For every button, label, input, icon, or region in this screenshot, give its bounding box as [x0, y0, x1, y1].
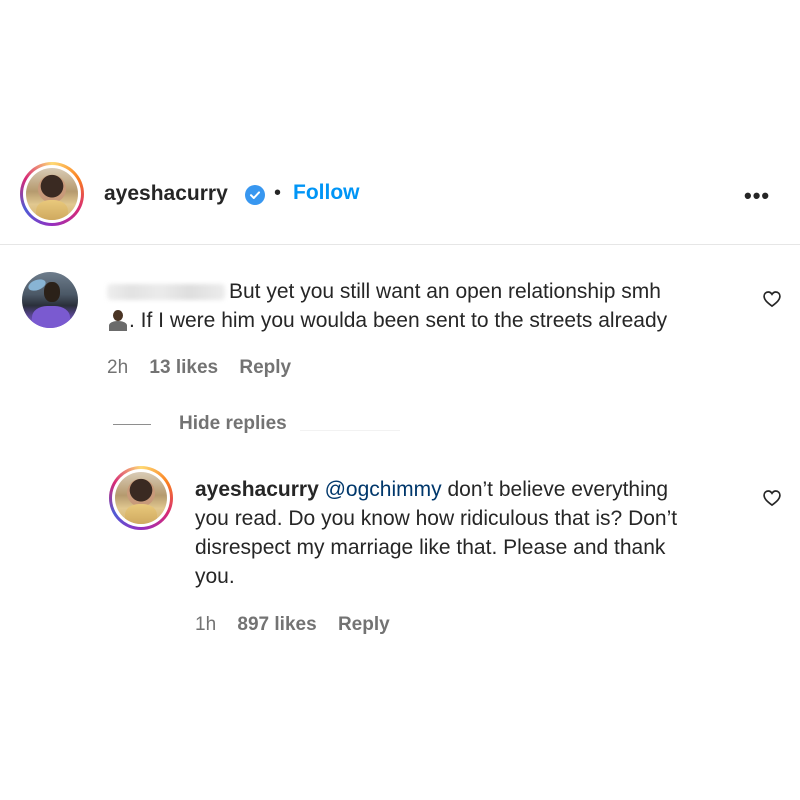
reply-button[interactable]: Reply — [239, 357, 291, 378]
reply-username[interactable]: ayeshacurry — [195, 478, 319, 501]
author-avatar-image — [26, 168, 78, 220]
reply-reply-button[interactable]: Reply — [338, 614, 390, 635]
mention-link[interactable]: @ogchimmy — [325, 478, 442, 501]
reply-time: 1h — [195, 614, 217, 635]
comment-likes[interactable]: 13 likes — [149, 357, 218, 378]
more-options-icon[interactable]: ••• — [744, 183, 770, 209]
reply-meta: 1h 897 likes Reply — [195, 614, 390, 636]
follow-button[interactable]: Follow — [293, 181, 360, 205]
comment: But yet you still want an open relations… — [0, 0, 800, 378]
reply-line-1: don’t believe everything — [441, 478, 669, 501]
reply-likes[interactable]: 897 likes — [237, 614, 316, 635]
author-username[interactable]: ayeshacurry — [104, 182, 228, 206]
comment-meta: 2h 13 likes Reply — [107, 357, 291, 379]
commenter-avatar[interactable] — [22, 272, 78, 328]
reply-heart-outline-icon[interactable] — [762, 488, 782, 508]
redacted-username — [107, 284, 225, 301]
reply-author-avatar-image — [115, 472, 167, 524]
separator-dot: • — [274, 182, 282, 204]
faint-divider — [300, 430, 400, 431]
header-divider — [0, 244, 800, 245]
reply-author-avatar[interactable] — [109, 466, 173, 530]
author-avatar[interactable] — [20, 162, 84, 226]
comment-time: 2h — [107, 357, 129, 378]
reply-line-3: disrespect my marriage like that. Please… — [195, 536, 666, 559]
verified-badge-icon — [245, 185, 265, 205]
heart-outline-icon[interactable] — [762, 289, 782, 309]
reply-line-2: you read. Do you know how ridiculous tha… — [195, 507, 678, 530]
reply-line-4: you. — [195, 565, 235, 588]
hide-replies-button[interactable]: Hide replies — [179, 413, 287, 435]
comment-line-1: But yet you still want an open relations… — [229, 280, 661, 303]
comment-line-2: . If I were him you woulda been sent to … — [129, 309, 668, 332]
replies-divider — [113, 424, 151, 425]
reply-text: ayeshacurry @ogchimmy don’t believe ever… — [195, 475, 755, 591]
man-emoji-icon — [107, 309, 129, 331]
comment-text: But yet you still want an open relations… — [107, 277, 747, 335]
